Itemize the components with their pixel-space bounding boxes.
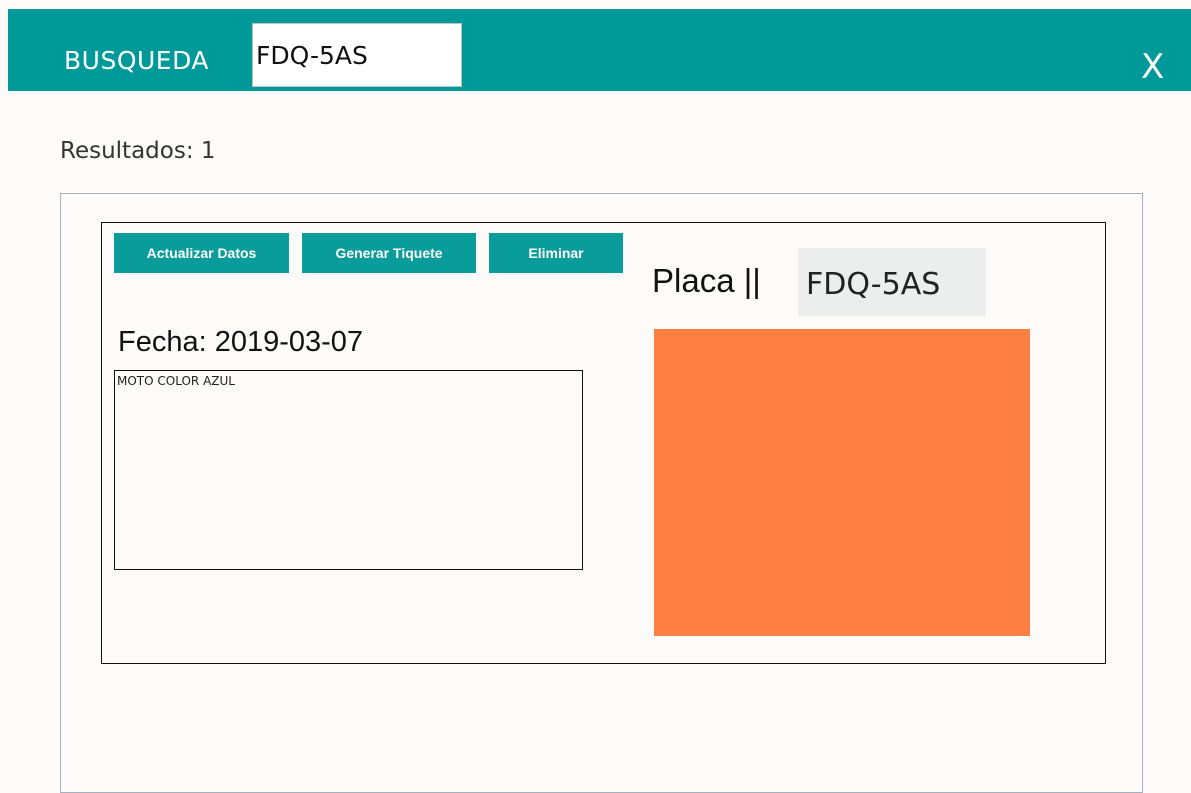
record-date: Fecha: 2019-03-07	[118, 326, 364, 358]
generate-ticket-button[interactable]: Generar Tiquete	[302, 233, 476, 273]
update-data-button[interactable]: Actualizar Datos	[114, 233, 289, 273]
header-title: BUSQUEDA	[64, 46, 210, 75]
vehicle-color-swatch	[654, 329, 1030, 636]
close-icon[interactable]: X	[1141, 50, 1164, 84]
plate-value: FDQ-5AS	[798, 248, 986, 316]
search-input[interactable]	[252, 23, 462, 87]
results-count: Resultados: 1	[60, 138, 216, 164]
delete-button[interactable]: Eliminar	[489, 233, 623, 273]
notes-textarea[interactable]: MOTO COLOR AZUL	[114, 370, 583, 570]
header-bar: BUSQUEDA X	[8, 9, 1191, 91]
plate-label: Placa ||	[652, 262, 761, 299]
